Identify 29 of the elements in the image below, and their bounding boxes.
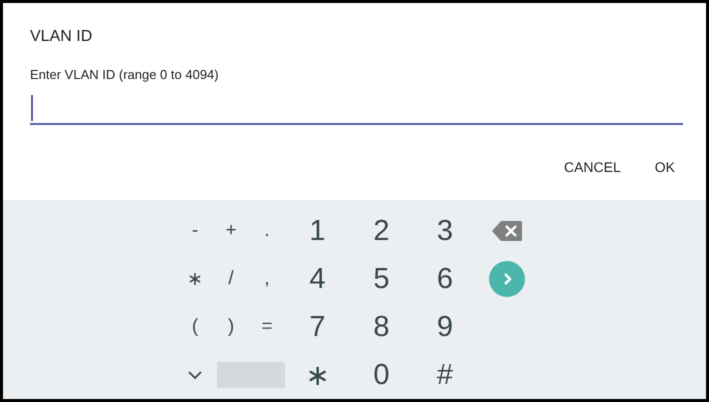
key[interactable]: 7 bbox=[285, 303, 350, 351]
key[interactable]: , bbox=[249, 255, 285, 303]
key[interactable]: 2 bbox=[350, 207, 413, 255]
key[interactable]: - bbox=[177, 207, 213, 255]
field-label: Enter VLAN ID (range 0 to 4094) bbox=[30, 67, 220, 83]
key[interactable]: 4 bbox=[285, 255, 350, 303]
key[interactable]: = bbox=[249, 303, 285, 351]
key[interactable]: ( bbox=[177, 303, 213, 351]
key[interactable]: . bbox=[249, 207, 285, 255]
enter-icon[interactable] bbox=[489, 261, 525, 297]
key[interactable]: 8 bbox=[350, 303, 413, 351]
key[interactable]: + bbox=[213, 207, 249, 255]
key[interactable]: / bbox=[213, 255, 249, 303]
key[interactable]: ∗ bbox=[177, 255, 213, 303]
key[interactable]: 0 bbox=[350, 351, 413, 399]
key[interactable]: # bbox=[413, 351, 477, 399]
input-field[interactable] bbox=[30, 93, 683, 125]
dialog-button[interactable]: CANCEL bbox=[556, 153, 629, 181]
dialog-button[interactable]: OK bbox=[646, 153, 683, 181]
key[interactable]: 5 bbox=[350, 255, 413, 303]
dialog-title: VLAN ID bbox=[30, 27, 94, 47]
backspace-icon[interactable] bbox=[492, 221, 522, 241]
key[interactable]: 9 bbox=[413, 303, 477, 351]
key[interactable]: ∗ bbox=[285, 351, 350, 399]
key[interactable]: 6 bbox=[413, 255, 477, 303]
chevron-down-icon[interactable] bbox=[188, 371, 202, 379]
key[interactable]: 1 bbox=[285, 207, 350, 255]
key[interactable]: 3 bbox=[413, 207, 477, 255]
key[interactable]: ) bbox=[213, 303, 249, 351]
